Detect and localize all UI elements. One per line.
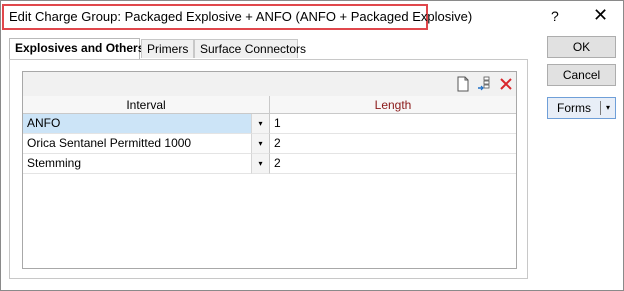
chevron-down-icon[interactable]: ▾	[251, 134, 270, 154]
dialog-title: Edit Charge Group: Packaged Explosive + …	[9, 9, 473, 24]
close-button[interactable]: ✕	[593, 5, 608, 26]
tab-panel: Interval Length ANFO ▾ 1 Orica Sentanel …	[9, 59, 528, 279]
new-document-icon[interactable]	[456, 76, 470, 92]
delete-icon[interactable]	[499, 76, 513, 92]
grid-toolbar	[23, 72, 516, 97]
interval-cell[interactable]: ANFO	[23, 114, 251, 134]
table-row[interactable]: Orica Sentanel Permitted 1000 ▾ 2	[23, 134, 516, 154]
tab-explosives-and-others[interactable]: Explosives and Others	[9, 38, 144, 59]
chevron-down-icon[interactable]: ▾	[251, 114, 270, 134]
ok-button[interactable]: OK	[547, 36, 616, 58]
edit-charge-group-dialog: Edit Charge Group: Packaged Explosive + …	[0, 0, 624, 291]
length-cell[interactable]: 1	[270, 114, 516, 134]
table-row[interactable]: ANFO ▾ 1	[23, 114, 516, 134]
forms-split-button[interactable]: Forms ▾	[547, 97, 616, 119]
insert-row-icon[interactable]	[477, 76, 491, 92]
cancel-button[interactable]: Cancel	[547, 64, 616, 86]
length-cell[interactable]: 2	[270, 154, 516, 174]
length-cell[interactable]: 2	[270, 134, 516, 154]
help-button[interactable]: ?	[551, 8, 559, 24]
column-header-interval[interactable]: Interval	[23, 96, 270, 114]
tab-primers[interactable]: Primers	[141, 39, 194, 58]
interval-cell[interactable]: Stemming	[23, 154, 251, 174]
interval-cell[interactable]: Orica Sentanel Permitted 1000	[23, 134, 251, 154]
tab-surface-connectors[interactable]: Surface Connectors	[194, 39, 306, 58]
chevron-down-icon[interactable]: ▾	[601, 98, 615, 118]
table-row[interactable]: Stemming ▾ 2	[23, 154, 516, 174]
column-header-length[interactable]: Length	[270, 96, 516, 114]
forms-button-label[interactable]: Forms	[548, 98, 600, 118]
interval-grid: Interval Length ANFO ▾ 1 Orica Sentanel …	[22, 71, 517, 269]
chevron-down-icon[interactable]: ▾	[251, 154, 270, 174]
